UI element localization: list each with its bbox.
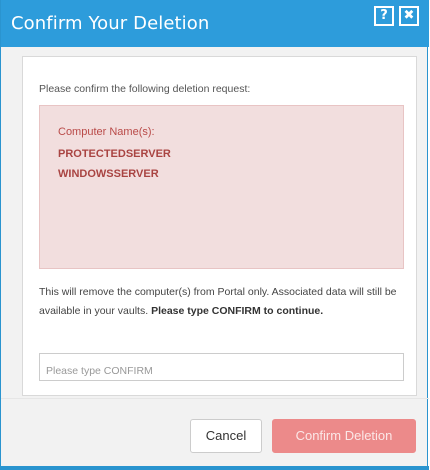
deletion-info-text: This will remove the computer(s) from Po…	[39, 283, 404, 321]
computer-name-item: WINDOWSSERVER	[58, 168, 159, 180]
confirm-deletion-dialog: Confirm Your Deletion ? ✖ Please confirm…	[0, 0, 429, 470]
confirm-deletion-button[interactable]: Confirm Deletion	[272, 419, 416, 453]
confirmation-prompt: Please confirm the following deletion re…	[39, 83, 251, 95]
computer-name-item: PROTECTEDSERVER	[58, 148, 171, 160]
dialog-content-panel: Please confirm the following deletion re…	[22, 56, 417, 396]
computer-names-box: Computer Name(s): PROTECTEDSERVER WINDOW…	[39, 105, 404, 269]
dialog-bottom-border	[1, 466, 429, 470]
confirm-text-input[interactable]	[39, 353, 404, 381]
dialog-titlebar: Confirm Your Deletion ? ✖	[1, 0, 429, 47]
dialog-title: Confirm Your Deletion	[11, 13, 210, 34]
footer-divider	[1, 398, 429, 399]
cancel-button[interactable]: Cancel	[190, 419, 262, 453]
close-button[interactable]: ✖	[399, 6, 419, 26]
question-mark-icon: ?	[380, 8, 388, 23]
close-icon: ✖	[403, 8, 415, 23]
help-button[interactable]: ?	[374, 6, 394, 26]
computer-names-label: Computer Name(s):	[58, 126, 155, 138]
deletion-info-instruction: Please type CONFIRM to continue.	[151, 305, 324, 317]
